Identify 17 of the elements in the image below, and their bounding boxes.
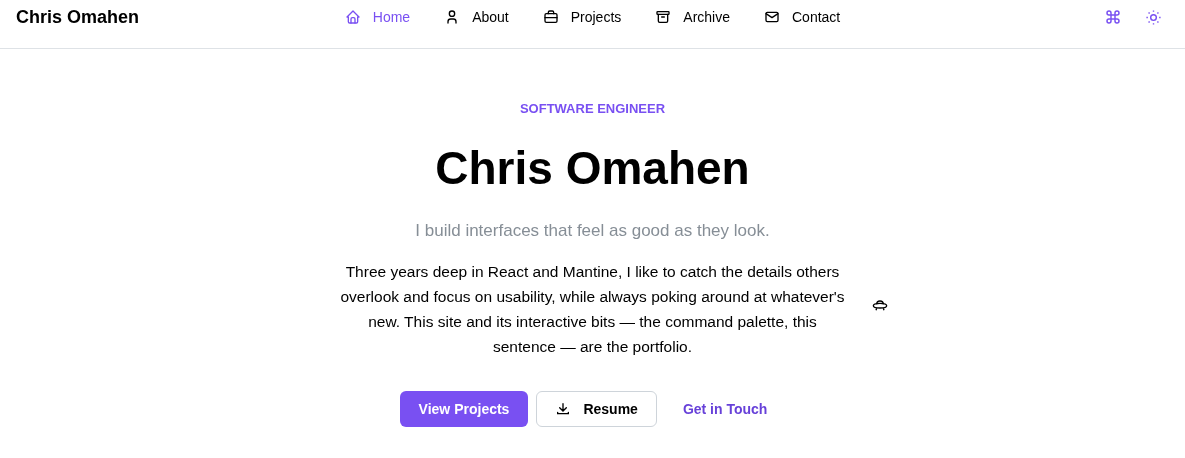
nav-link[interactable]: Projects — [525, 6, 639, 28]
mail-icon — [764, 9, 780, 25]
nav-link[interactable]: About — [427, 6, 526, 28]
get-in-touch-link[interactable]: Get in Touch — [664, 391, 786, 428]
eyebrow-text: SOFTWARE ENGINEER — [518, 100, 667, 118]
tagline: I build interfaces that feel as good as they look. — [414, 219, 771, 242]
home-icon — [344, 9, 361, 25]
bio-paragraph: Three years deep in React and Mantine, I like to catch the details others overlook and focus on usability, while always poking around at whatever's new. This site and its interactive bits — the command palette, this sentence — are the portfolio. — [339, 262, 846, 358]
archive-icon — [655, 9, 672, 25]
briefcase-icon — [542, 9, 559, 25]
nav-link[interactable]: Contact — [747, 6, 858, 28]
view-projects-button[interactable]: View Projects — [399, 391, 529, 428]
site-title[interactable]: Chris Omahen — [16, 3, 328, 31]
nav-link[interactable]: Home — [327, 6, 428, 28]
resume-button[interactable]: Resume — [536, 391, 657, 428]
hero-title: Chris Omahen — [434, 140, 751, 196]
nav-link[interactable]: Archive — [638, 6, 747, 28]
